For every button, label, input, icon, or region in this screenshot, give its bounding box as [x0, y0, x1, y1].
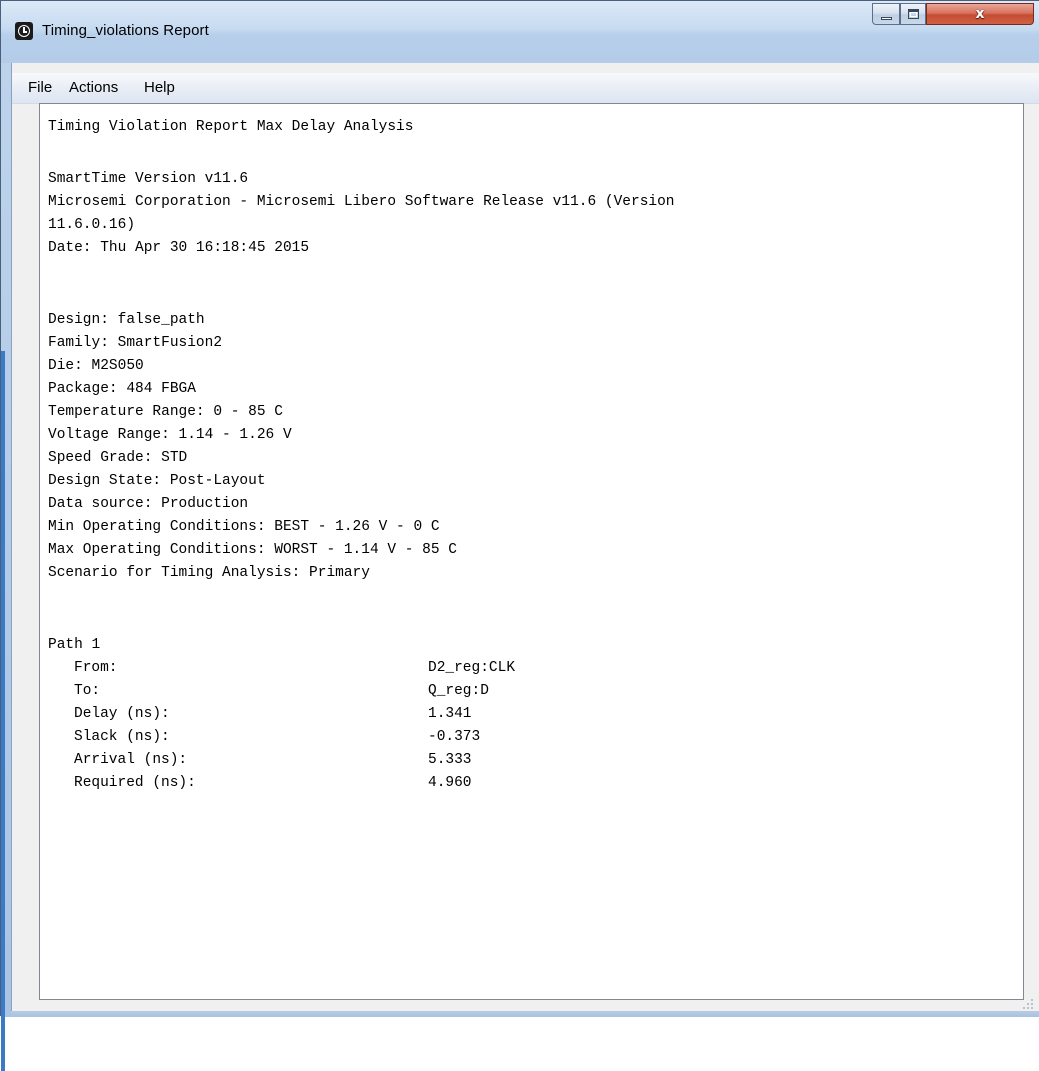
resize-grip-icon[interactable] — [1021, 997, 1035, 1011]
path-slack-label: Slack (ns): — [74, 729, 170, 745]
frame-accent — [1, 351, 5, 1071]
window-title: Timing_violations Report — [42, 22, 209, 39]
path-required-label: Required (ns): — [74, 775, 196, 791]
scenario-line: Scenario for Timing Analysis: Primary — [48, 565, 370, 581]
minimize-icon — [881, 17, 892, 20]
data-source-line: Data source: Production — [48, 496, 249, 512]
path-title: Path 1 — [48, 637, 101, 653]
version-line: SmartTime Version v11.6 — [48, 171, 249, 187]
design-name-line: Design: false_path — [48, 312, 205, 328]
date-line: Date: Thu Apr 30 16:18:45 2015 — [48, 240, 310, 256]
maximize-button[interactable] — [900, 3, 926, 25]
path-arrival-label: Arrival (ns): — [74, 752, 188, 768]
caption-buttons: x — [872, 3, 1034, 25]
close-icon: x — [975, 6, 985, 22]
menu-bar: File Actions Help — [12, 73, 1039, 104]
path-to-label: To: — [74, 683, 101, 699]
die-line: Die: M2S050 — [48, 358, 144, 374]
temperature-range-line: Temperature Range: 0 - 85 C — [48, 404, 283, 420]
speed-grade-line: Speed Grade: STD — [48, 450, 188, 466]
maximize-icon-inner — [910, 12, 917, 17]
path-to-value: Q_reg:D — [428, 683, 489, 699]
vendor-line-continued: 11.6.0.16) — [48, 217, 136, 233]
clock-icon[interactable] — [15, 22, 33, 40]
max-operating-conditions-line: Max Operating Conditions: WORST - 1.14 V… — [48, 542, 457, 558]
path-delay-label: Delay (ns): — [74, 706, 170, 722]
title-bar[interactable]: Timing_violations Report x — [1, 1, 1039, 63]
report-text-area[interactable]: Timing Violation Report Max Delay Analys… — [39, 103, 1024, 1000]
window-frame-left — [1, 63, 11, 1071]
voltage-range-line: Voltage Range: 1.14 - 1.26 V — [48, 427, 292, 443]
path-from-label: From: — [74, 660, 118, 676]
minimize-button[interactable] — [872, 3, 900, 25]
path-required-value: 4.960 — [428, 775, 472, 791]
path-slack-value: -0.373 — [428, 729, 481, 745]
vendor-line: Microsemi Corporation - Microsemi Libero… — [48, 194, 675, 210]
menu-file[interactable]: File — [28, 79, 52, 96]
clock-hand-minute — [23, 31, 27, 33]
path-from-value: D2_reg:CLK — [428, 660, 516, 676]
menu-help[interactable]: Help — [144, 79, 175, 96]
report-header: Timing Violation Report Max Delay Analys… — [48, 119, 414, 135]
min-operating-conditions-line: Min Operating Conditions: BEST - 1.26 V … — [48, 519, 440, 535]
family-line: Family: SmartFusion2 — [48, 335, 223, 351]
client-area: File Actions Help Timing Violation Repor… — [11, 63, 1039, 1017]
menu-actions[interactable]: Actions — [69, 79, 118, 96]
window-frame-bottom — [11, 1011, 1039, 1017]
report-window: Timing_violations Report x File Actions … — [0, 0, 1039, 1071]
path-arrival-value: 5.333 — [428, 752, 472, 768]
path-delay-value: 1.341 — [428, 706, 472, 722]
design-state-line: Design State: Post-Layout — [48, 473, 266, 489]
package-line: Package: 484 FBGA — [48, 381, 196, 397]
close-button[interactable]: x — [926, 3, 1034, 25]
maximize-icon — [908, 9, 919, 19]
